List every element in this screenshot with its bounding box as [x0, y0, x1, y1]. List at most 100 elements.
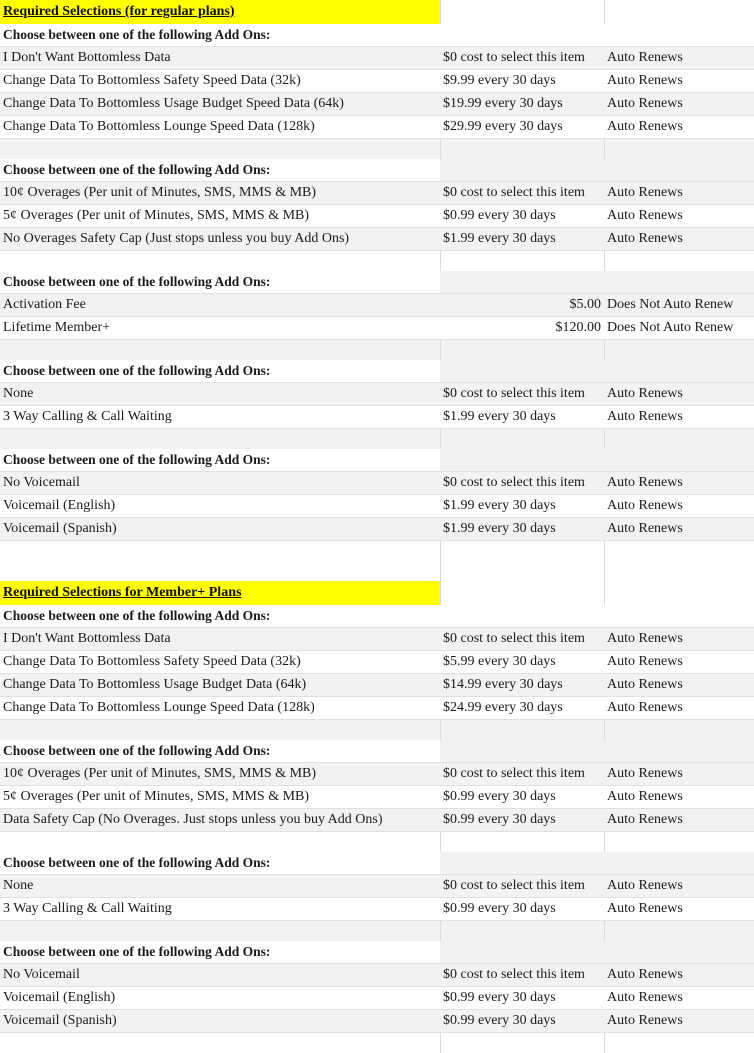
addon-price: $0 cost to select this item	[440, 472, 604, 495]
addon-row[interactable]: 10¢ Overages (Per unit of Minutes, SMS, …	[0, 763, 754, 786]
addon-name: 3 Way Calling & Call Waiting	[0, 898, 440, 921]
group-prompt-blank	[440, 740, 604, 763]
addon-row[interactable]: No Voicemail$0 cost to select this itemA…	[0, 964, 754, 987]
group-prompt-blank	[604, 941, 754, 964]
spacer-cell	[440, 720, 604, 741]
addon-row[interactable]: Change Data To Bottomless Safety Speed D…	[0, 651, 754, 674]
addon-price: $1.99 every 30 days	[440, 406, 604, 429]
group-prompt-blank	[440, 24, 604, 47]
addon-renewal: Auto Renews	[604, 898, 754, 921]
group-prompt-label: Choose between one of the following Add …	[0, 740, 440, 763]
addon-name: Data Safety Cap (No Overages. Just stops…	[0, 809, 440, 832]
addon-row[interactable]: 5¢ Overages (Per unit of Minutes, SMS, M…	[0, 205, 754, 228]
addon-row[interactable]: None$0 cost to select this itemAuto Rene…	[0, 875, 754, 898]
addon-renewal: Auto Renews	[604, 495, 754, 518]
spacer-cell	[0, 832, 440, 853]
group-prompt-blank	[440, 605, 604, 628]
addon-name: No Voicemail	[0, 472, 440, 495]
group-prompt-blank	[604, 449, 754, 472]
group-prompt-row: Choose between one of the following Add …	[0, 852, 754, 875]
addon-name: None	[0, 875, 440, 898]
addon-row[interactable]: Change Data To Bottomless Lounge Speed D…	[0, 116, 754, 139]
addon-price: $14.99 every 30 days	[440, 674, 604, 697]
addon-name: Change Data To Bottomless Lounge Speed D…	[0, 697, 440, 720]
addon-row[interactable]: Voicemail (Spanish)$0.99 every 30 daysAu…	[0, 1010, 754, 1033]
addon-price: $9.99 every 30 days	[440, 70, 604, 93]
addon-row[interactable]: 5¢ Overages (Per unit of Minutes, SMS, M…	[0, 786, 754, 809]
addon-row[interactable]: 3 Way Calling & Call Waiting$1.99 every …	[0, 406, 754, 429]
addon-price: $1.99 every 30 days	[440, 495, 604, 518]
spacer-row	[0, 541, 754, 562]
addon-row[interactable]: None$0 cost to select this itemAuto Rene…	[0, 383, 754, 406]
spacer-row	[0, 139, 754, 160]
addon-row[interactable]: Lifetime Member+$120.00Does Not Auto Ren…	[0, 317, 754, 340]
addon-renewal: Auto Renews	[604, 1010, 754, 1033]
addon-renewal: Auto Renews	[604, 674, 754, 697]
group-prompt-blank	[440, 159, 604, 182]
addon-name: No Overages Safety Cap (Just stops unles…	[0, 228, 440, 251]
addon-row[interactable]: Change Data To Bottomless Lounge Speed D…	[0, 697, 754, 720]
addon-row[interactable]: No Voicemail$0 cost to select this itemA…	[0, 472, 754, 495]
addon-row[interactable]: No Overages Safety Cap (Just stops unles…	[0, 228, 754, 251]
addon-renewal: Auto Renews	[604, 70, 754, 93]
addon-row[interactable]: Activation Fee$5.00Does Not Auto Renew	[0, 294, 754, 317]
addon-renewal: Auto Renews	[604, 651, 754, 674]
addon-price: $0.99 every 30 days	[440, 898, 604, 921]
addon-name: Voicemail (English)	[0, 987, 440, 1010]
group-prompt-blank	[440, 271, 604, 294]
addon-row[interactable]: Voicemail (Spanish)$1.99 every 30 daysAu…	[0, 518, 754, 541]
section-banner-title: Required Selections (for regular plans)	[0, 0, 440, 24]
addon-row[interactable]: Change Data To Bottomless Usage Budget S…	[0, 93, 754, 116]
addon-name: Activation Fee	[0, 294, 440, 317]
addon-name: 5¢ Overages (Per unit of Minutes, SMS, M…	[0, 205, 440, 228]
addon-name: Voicemail (English)	[0, 495, 440, 518]
addon-renewal: Auto Renews	[604, 47, 754, 70]
addon-row[interactable]: I Don't Want Bottomless Data$0 cost to s…	[0, 47, 754, 70]
addon-price: $0 cost to select this item	[440, 182, 604, 205]
addon-renewal: Does Not Auto Renew	[604, 317, 754, 340]
addon-row[interactable]: I Don't Want Bottomless Data$0 cost to s…	[0, 628, 754, 651]
group-prompt-blank	[440, 360, 604, 383]
addon-row[interactable]: Change Data To Bottomless Safety Speed D…	[0, 70, 754, 93]
spacer-cell	[0, 561, 440, 581]
addon-name: 10¢ Overages (Per unit of Minutes, SMS, …	[0, 763, 440, 786]
addon-renewal: Auto Renews	[604, 518, 754, 541]
addon-row[interactable]: 10¢ Overages (Per unit of Minutes, SMS, …	[0, 182, 754, 205]
addon-renewal: Auto Renews	[604, 228, 754, 251]
addon-renewal: Auto Renews	[604, 786, 754, 809]
group-prompt-blank	[604, 360, 754, 383]
addon-name: 3 Way Calling & Call Waiting	[0, 406, 440, 429]
group-prompt-blank	[604, 271, 754, 294]
group-prompt-blank	[440, 852, 604, 875]
addon-renewal: Auto Renews	[604, 987, 754, 1010]
group-prompt-label: Choose between one of the following Add …	[0, 449, 440, 472]
group-prompt-label: Choose between one of the following Add …	[0, 941, 440, 964]
group-prompt-row: Choose between one of the following Add …	[0, 605, 754, 628]
addon-renewal: Auto Renews	[604, 809, 754, 832]
spacer-cell	[440, 921, 604, 942]
addon-row[interactable]: Voicemail (English)$0.99 every 30 daysAu…	[0, 987, 754, 1010]
spacer-cell	[440, 561, 604, 581]
addon-price: $1.99 every 30 days	[440, 228, 604, 251]
addon-row[interactable]: Data Safety Cap (No Overages. Just stops…	[0, 809, 754, 832]
addon-price: $1.99 every 30 days	[440, 518, 604, 541]
group-prompt-label: Choose between one of the following Add …	[0, 271, 440, 294]
addon-renewal: Auto Renews	[604, 205, 754, 228]
spacer-cell	[440, 541, 604, 562]
group-prompt-row: Choose between one of the following Add …	[0, 24, 754, 47]
addon-name: Voicemail (Spanish)	[0, 1010, 440, 1033]
addon-name: Lifetime Member+	[0, 317, 440, 340]
group-prompt-row: Choose between one of the following Add …	[0, 360, 754, 383]
addon-price: $0.99 every 30 days	[440, 987, 604, 1010]
spacer-cell	[0, 921, 440, 942]
addon-price: $24.99 every 30 days	[440, 697, 604, 720]
addon-renewal: Does Not Auto Renew	[604, 294, 754, 317]
addon-name: Change Data To Bottomless Usage Budget S…	[0, 93, 440, 116]
addon-row[interactable]: Change Data To Bottomless Usage Budget D…	[0, 674, 754, 697]
spacer-cell	[0, 720, 440, 741]
addon-row[interactable]: Voicemail (English)$1.99 every 30 daysAu…	[0, 495, 754, 518]
group-prompt-blank	[604, 852, 754, 875]
addon-name: Change Data To Bottomless Lounge Speed D…	[0, 116, 440, 139]
addon-row[interactable]: 3 Way Calling & Call Waiting$0.99 every …	[0, 898, 754, 921]
spacer-cell	[440, 429, 604, 450]
